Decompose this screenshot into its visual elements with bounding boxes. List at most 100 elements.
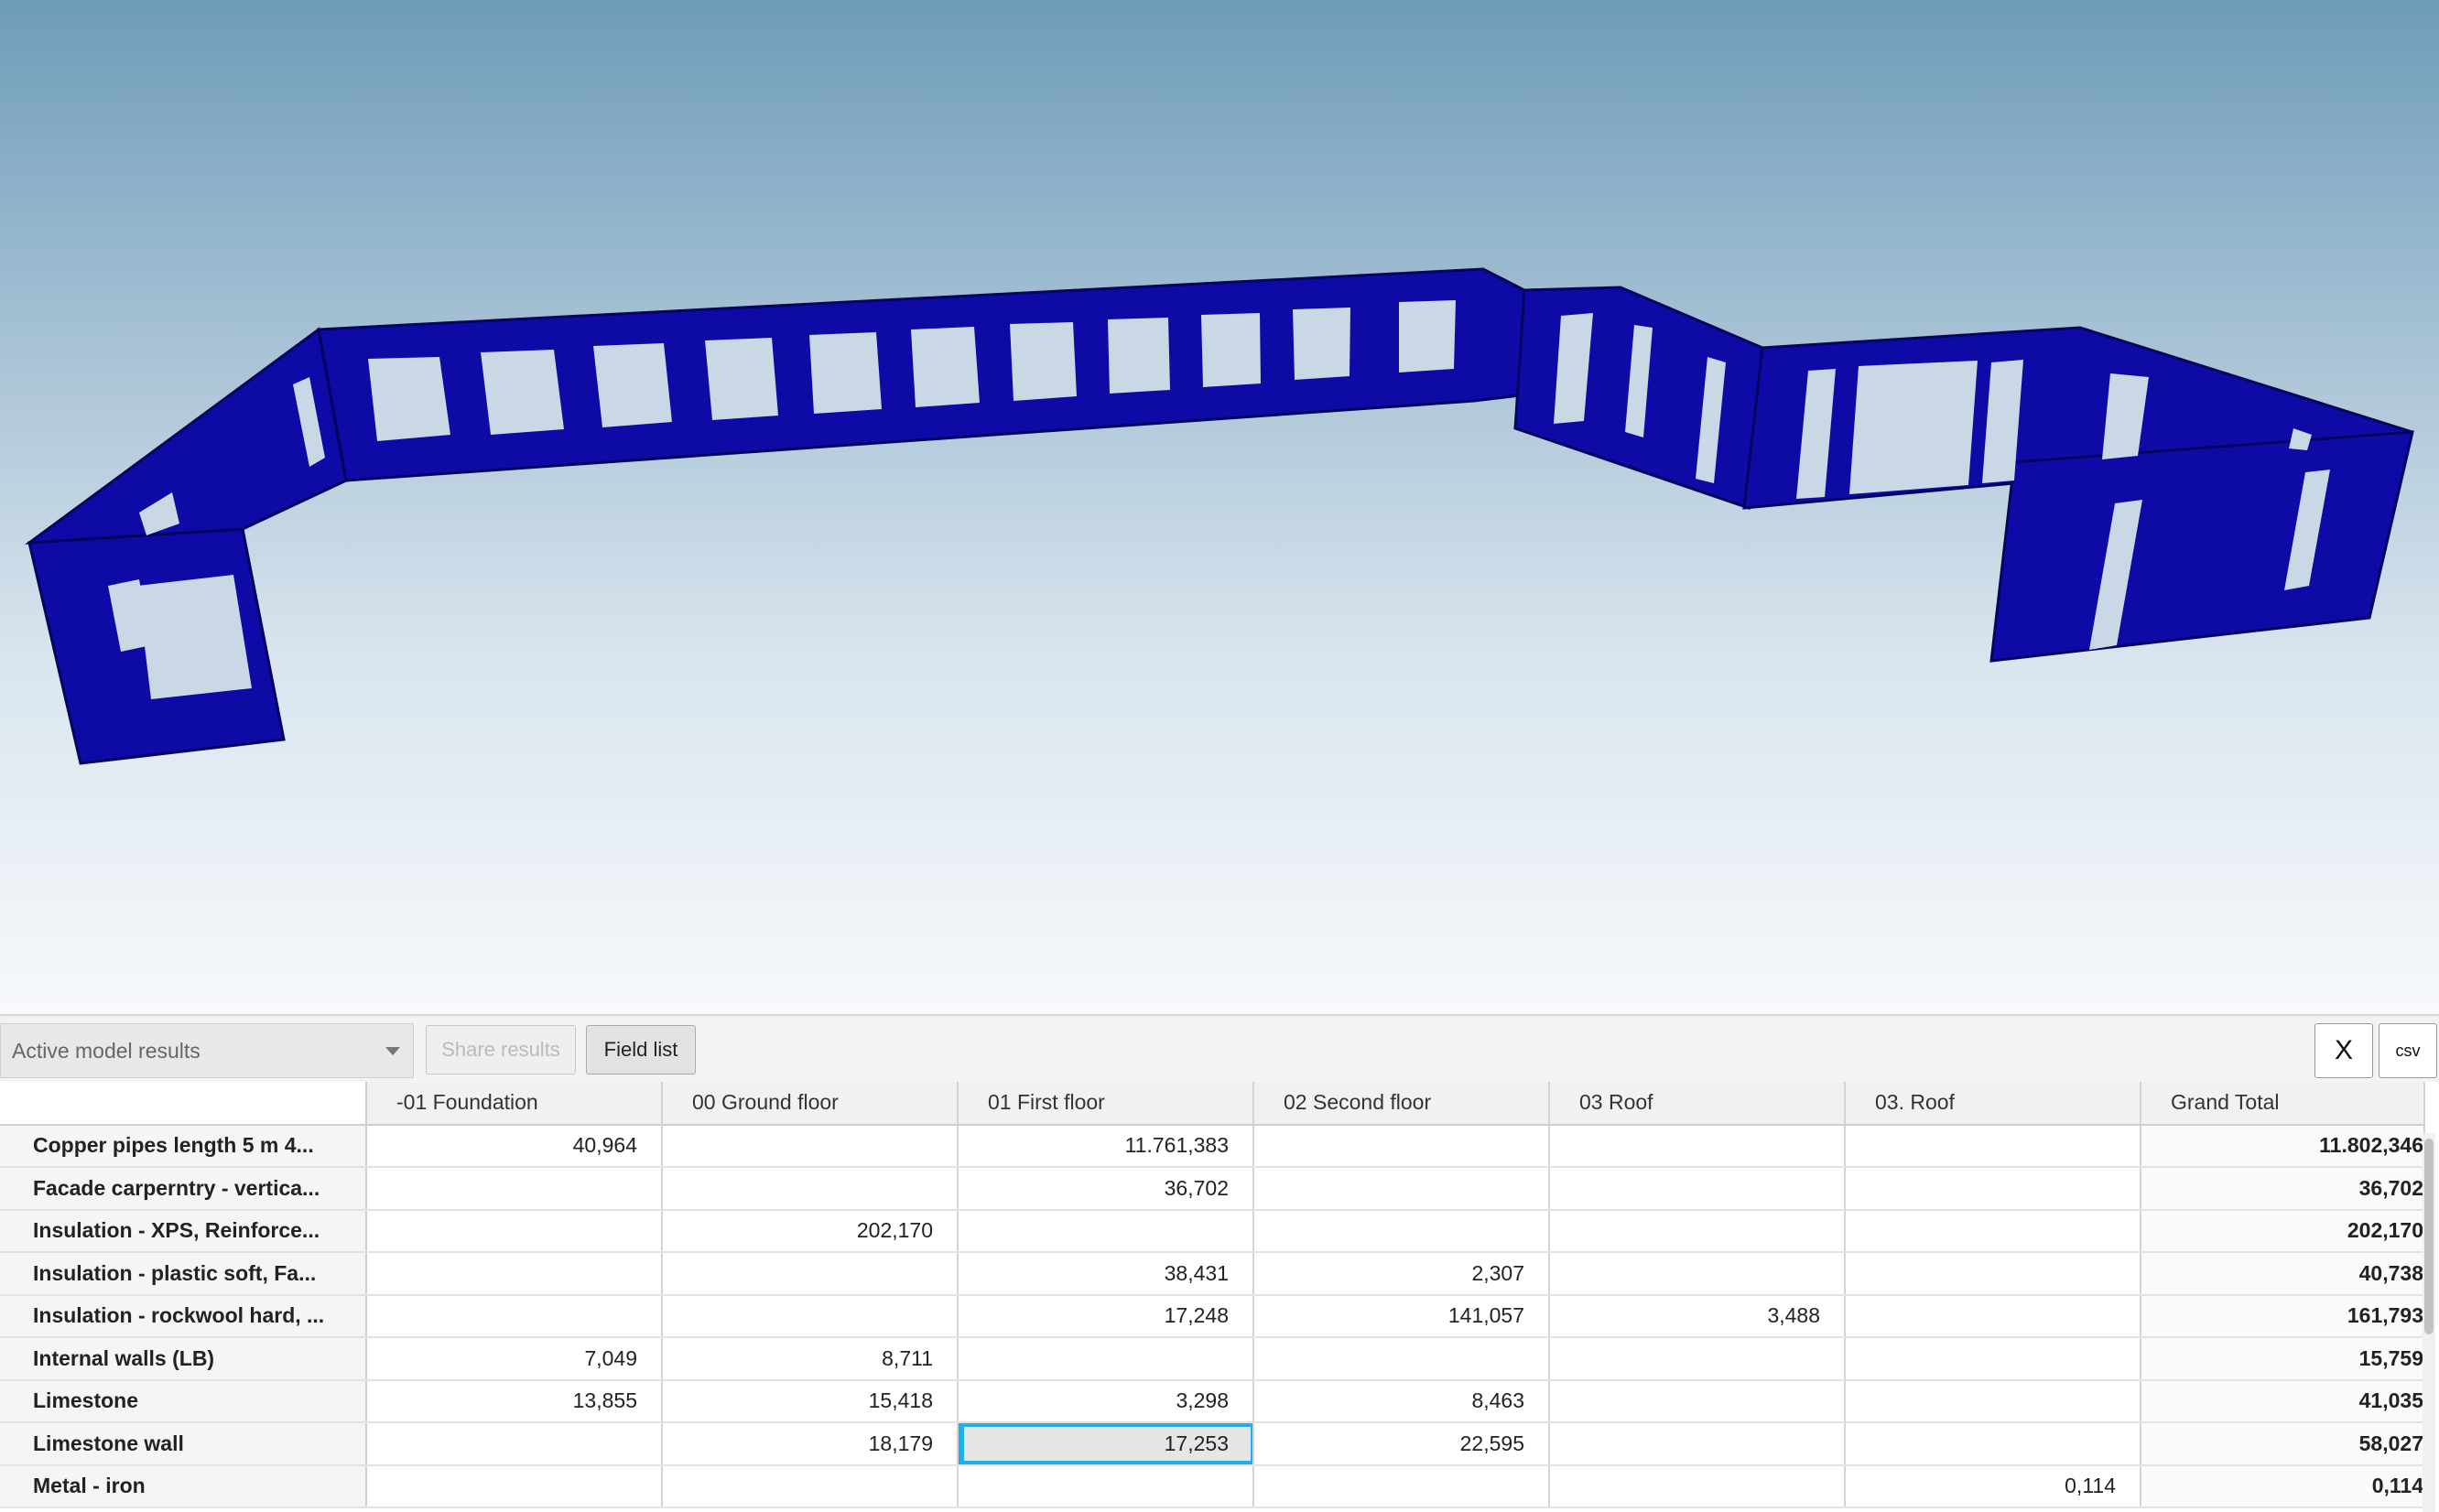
table-cell[interactable]: 11.761,383 (958, 1124, 1254, 1168)
close-button[interactable]: X (2314, 1023, 2373, 1078)
table-cell[interactable] (1253, 1464, 1550, 1508)
row-header[interactable]: Internal walls (LB) (0, 1337, 367, 1381)
table-row[interactable]: Facade carperntry - vertica... 36,702 36,7… (0, 1167, 2425, 1211)
table-cell[interactable] (662, 1294, 959, 1338)
table-cell[interactable] (366, 1464, 663, 1508)
row-header[interactable]: Facade carperntry - vertica... (0, 1167, 367, 1211)
table-cell[interactable]: 22,595 (1253, 1422, 1550, 1466)
table-cell[interactable] (958, 1464, 1254, 1508)
row-header[interactable]: Copper pipes length 5 m 4... (0, 1124, 367, 1168)
table-cell[interactable]: 2,307 (1253, 1252, 1550, 1296)
table-cell[interactable] (1549, 1124, 1846, 1168)
building-walls-model[interactable] (0, 0, 2439, 1014)
table-cell[interactable] (1549, 1379, 1846, 1423)
grand-total-cell[interactable]: 161,793 (2141, 1294, 2425, 1338)
column-header[interactable]: -01 Foundation (366, 1082, 663, 1126)
table-cell[interactable]: 202,170 (662, 1209, 959, 1253)
share-results-button[interactable]: Share results (426, 1025, 576, 1075)
table-cell[interactable] (366, 1252, 663, 1296)
table-cell[interactable] (1845, 1422, 2141, 1466)
column-header[interactable]: 02 Second floor (1253, 1082, 1550, 1126)
results-toolbar: Active model results Share results Field… (0, 1014, 2439, 1082)
table-cell[interactable]: 8,711 (662, 1337, 959, 1381)
table-cell[interactable] (662, 1464, 959, 1508)
column-header[interactable]: 01 First floor (958, 1082, 1254, 1126)
grand-total-cell[interactable]: 36,702 (2141, 1167, 2425, 1211)
table-row[interactable]: Insulation - XPS, Reinforce... 202,170 202… (0, 1209, 2425, 1253)
table-cell[interactable] (1549, 1464, 1846, 1508)
grand-total-cell[interactable]: 0,114 (2141, 1464, 2425, 1508)
table-row[interactable]: Metal - iron 0,114 0,114 (0, 1464, 2425, 1508)
table-cell[interactable]: 18,179 (662, 1422, 959, 1466)
table-cell[interactable] (662, 1252, 959, 1296)
table-cell[interactable]: 13,855 (366, 1379, 663, 1423)
scrollbar-thumb[interactable] (2424, 1139, 2434, 1334)
table-cell[interactable]: 15,418 (662, 1379, 959, 1423)
table-cell[interactable] (1253, 1124, 1550, 1168)
table-cell[interactable] (366, 1167, 663, 1211)
table-cell[interactable] (1845, 1337, 2141, 1381)
table-cell[interactable] (366, 1422, 663, 1466)
grand-total-cell[interactable]: 58,027 (2141, 1422, 2425, 1466)
column-header[interactable]: 03 Roof (1549, 1082, 1846, 1126)
field-list-button[interactable]: Field list (586, 1025, 696, 1075)
table-cell[interactable] (662, 1124, 959, 1168)
table-cell[interactable] (1549, 1337, 1846, 1381)
table-row[interactable]: Limestone wall 18,179 17,253 22,595 58,027 (0, 1422, 2425, 1466)
table-cell[interactable]: 8,463 (1253, 1379, 1550, 1423)
row-header[interactable]: Metal - iron (0, 1464, 367, 1508)
table-cell[interactable]: 40,964 (366, 1124, 663, 1168)
table-cell[interactable] (1549, 1422, 1846, 1466)
window-opening (1293, 308, 1350, 380)
table-cell[interactable] (1845, 1167, 2141, 1211)
table-cell[interactable] (958, 1209, 1254, 1253)
table-cell[interactable] (662, 1167, 959, 1211)
table-cell[interactable] (1549, 1209, 1846, 1253)
table-cell[interactable] (1845, 1124, 2141, 1168)
table-row[interactable]: Copper pipes length 5 m 4... 40,964 11.761… (0, 1124, 2425, 1168)
table-cell[interactable] (1253, 1167, 1550, 1211)
column-header[interactable]: 00 Ground floor (662, 1082, 959, 1126)
table-row[interactable]: Internal walls (LB) 7,049 8,711 15,759 (0, 1337, 2425, 1381)
row-header[interactable]: Insulation - rockwool hard, ... (0, 1294, 367, 1338)
table-cell[interactable] (1253, 1337, 1550, 1381)
column-header-grand-total[interactable]: Grand Total (2141, 1082, 2425, 1126)
table-cell[interactable] (366, 1294, 663, 1338)
results-dropdown[interactable]: Active model results (0, 1023, 414, 1078)
grand-total-cell[interactable]: 40,738 (2141, 1252, 2425, 1296)
table-cell[interactable] (1845, 1379, 2141, 1423)
table-row[interactable]: Insulation - rockwool hard, ... 17,248 141… (0, 1294, 2425, 1338)
row-header[interactable]: Limestone (0, 1379, 367, 1423)
table-cell[interactable] (1845, 1252, 2141, 1296)
table-cell[interactable]: 3,488 (1549, 1294, 1846, 1338)
table-cell[interactable]: 3,298 (958, 1379, 1254, 1423)
3d-viewport[interactable] (0, 0, 2439, 1014)
table-cell[interactable]: 36,702 (958, 1167, 1254, 1211)
table-cell[interactable] (1549, 1167, 1846, 1211)
csv-export-button[interactable]: csv (2379, 1023, 2437, 1078)
row-header[interactable]: Limestone wall (0, 1422, 367, 1466)
table-cell[interactable]: 7,049 (366, 1337, 663, 1381)
table-cell[interactable]: 17,248 (958, 1294, 1254, 1338)
window-opening (481, 350, 564, 435)
table-cell[interactable]: 38,431 (958, 1252, 1254, 1296)
table-cell[interactable]: 0,114 (1845, 1464, 2141, 1508)
table-row[interactable]: Insulation - plastic soft, Fa... 38,431 2,… (0, 1252, 2425, 1296)
table-cell[interactable] (1845, 1209, 2141, 1253)
grand-total-cell[interactable]: 15,759 (2141, 1337, 2425, 1381)
table-cell[interactable] (958, 1337, 1254, 1381)
table-row[interactable]: Limestone 13,855 15,418 3,298 8,463 41,035 (0, 1379, 2425, 1423)
table-cell[interactable] (1845, 1294, 2141, 1338)
grand-total-cell[interactable]: 41,035 (2141, 1379, 2425, 1423)
row-header[interactable]: Insulation - XPS, Reinforce... (0, 1209, 367, 1253)
column-header[interactable]: 03. Roof (1845, 1082, 2141, 1126)
grand-total-cell[interactable]: 11.802,346 (2141, 1124, 2425, 1168)
grand-total-cell[interactable]: 202,170 (2141, 1209, 2425, 1253)
selected-table-cell[interactable]: 17,253 (958, 1422, 1254, 1466)
vertical-scrollbar[interactable] (2423, 1133, 2435, 1512)
table-cell[interactable] (1253, 1209, 1550, 1253)
table-cell[interactable] (1549, 1252, 1846, 1296)
row-header[interactable]: Insulation - plastic soft, Fa... (0, 1252, 367, 1296)
table-cell[interactable] (366, 1209, 663, 1253)
table-cell[interactable]: 141,057 (1253, 1294, 1550, 1338)
